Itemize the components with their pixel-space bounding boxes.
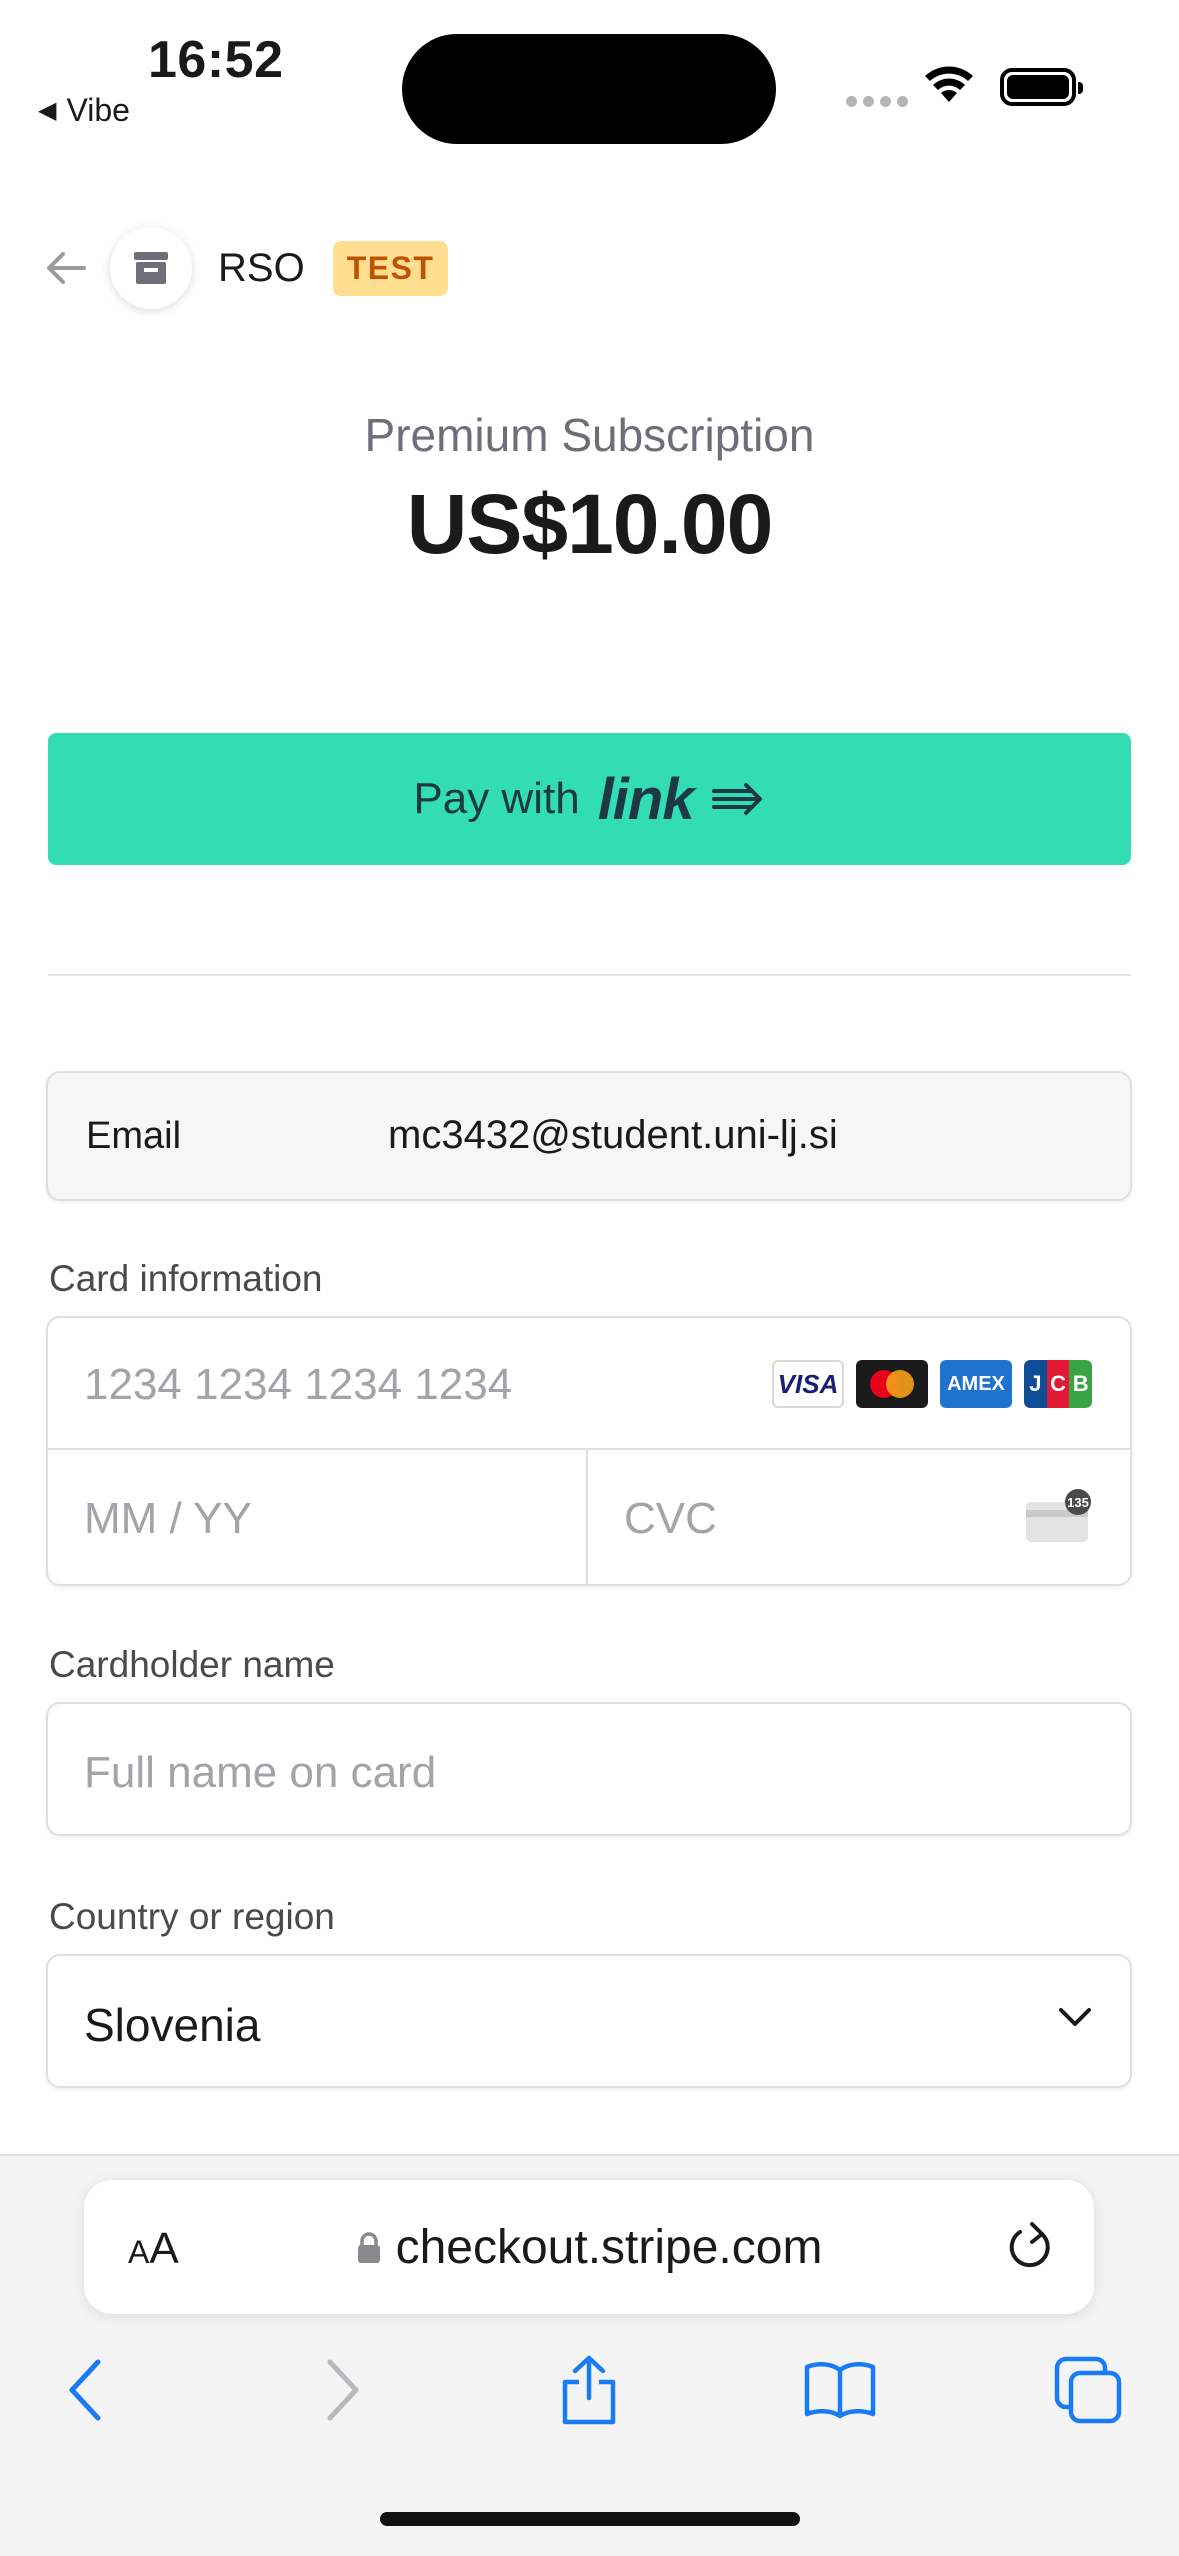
arrow-right-icon — [711, 783, 762, 815]
card-number-field[interactable]: 1234 1234 1234 1234 VISA AMEX JCB — [48, 1318, 1130, 1450]
back-to-app-link[interactable]: ◀ Vibe — [38, 92, 130, 129]
email-field[interactable]: Email mc3432@student.uni-lj.si — [46, 1071, 1132, 1201]
merchant-header: RSO TEST — [46, 227, 449, 309]
product-name: Premium Subscription — [364, 409, 815, 461]
card-info-label: Card information — [49, 1258, 323, 1299]
jcb-icon: JCB — [1024, 1360, 1092, 1408]
signal-icon — [846, 96, 908, 107]
cardholder-label: Cardholder name — [49, 1644, 335, 1685]
pay-with-link-button[interactable]: Pay with link — [48, 733, 1131, 865]
dynamic-island — [402, 34, 776, 144]
country-label: Country or region — [49, 1896, 335, 1937]
lock-icon — [357, 2231, 380, 2263]
cardholder-name-input[interactable]: Full name on card — [46, 1702, 1132, 1836]
email-value: mc3432@student.uni-lj.si — [388, 1113, 838, 1157]
cvc-card-icon: 135 — [1026, 1489, 1091, 1542]
divider — [48, 974, 1131, 976]
amex-icon: AMEX — [940, 1360, 1012, 1408]
wifi-icon — [925, 66, 973, 102]
link-brand-label: link — [597, 766, 695, 832]
chevron-down-icon — [1059, 2008, 1091, 2026]
product-price: US$10.00 — [406, 477, 774, 571]
cardholder-placeholder: Full name on card — [84, 1748, 437, 1797]
country-select[interactable]: Slovenia — [46, 1954, 1132, 2088]
cvc-field[interactable]: CVC 135 — [588, 1450, 1132, 1586]
back-arrow-icon[interactable] — [46, 248, 86, 288]
visa-icon: VISA — [772, 1360, 844, 1408]
url-display[interactable]: checkout.stripe.com — [84, 2220, 1094, 2275]
email-label: Email — [86, 1115, 182, 1157]
forward-icon — [302, 2350, 382, 2430]
home-indicator[interactable] — [380, 2512, 800, 2526]
battery-icon — [1000, 68, 1083, 106]
safari-toolbar: AA checkout.stripe.com — [0, 2154, 1179, 2556]
expiry-field[interactable]: MM / YY — [48, 1450, 588, 1586]
status-bar: 16:52 ◀ Vibe — [0, 0, 1179, 150]
test-mode-badge: TEST — [332, 240, 449, 296]
cvc-icon-digits: 135 — [1067, 1495, 1089, 1510]
url-text: checkout.stripe.com — [395, 2221, 823, 2274]
address-bar[interactable]: AA checkout.stripe.com — [84, 2180, 1094, 2314]
mastercard-icon — [856, 1360, 928, 1408]
card-brands: VISA AMEX JCB — [772, 1360, 1092, 1408]
card-number-placeholder: 1234 1234 1234 1234 — [84, 1360, 513, 1409]
tabs-icon[interactable] — [1048, 2350, 1128, 2430]
store-icon — [110, 227, 192, 309]
reload-icon[interactable] — [1008, 2220, 1056, 2272]
card-information-group: 1234 1234 1234 1234 VISA AMEX JCB MM / Y… — [46, 1316, 1132, 1586]
back-triangle-icon: ◀ — [38, 97, 57, 124]
pay-with-label: Pay with — [413, 774, 580, 823]
cvc-placeholder: CVC — [624, 1494, 717, 1543]
merchant-name: RSO — [218, 245, 305, 290]
share-icon[interactable] — [549, 2350, 629, 2430]
country-value: Slovenia — [84, 1999, 261, 2051]
expiry-placeholder: MM / YY — [84, 1494, 252, 1543]
status-time: 16:52 — [148, 31, 284, 89]
back-app-label: Vibe — [66, 92, 130, 128]
back-icon[interactable] — [46, 2350, 126, 2430]
bookmarks-icon[interactable] — [800, 2350, 880, 2430]
